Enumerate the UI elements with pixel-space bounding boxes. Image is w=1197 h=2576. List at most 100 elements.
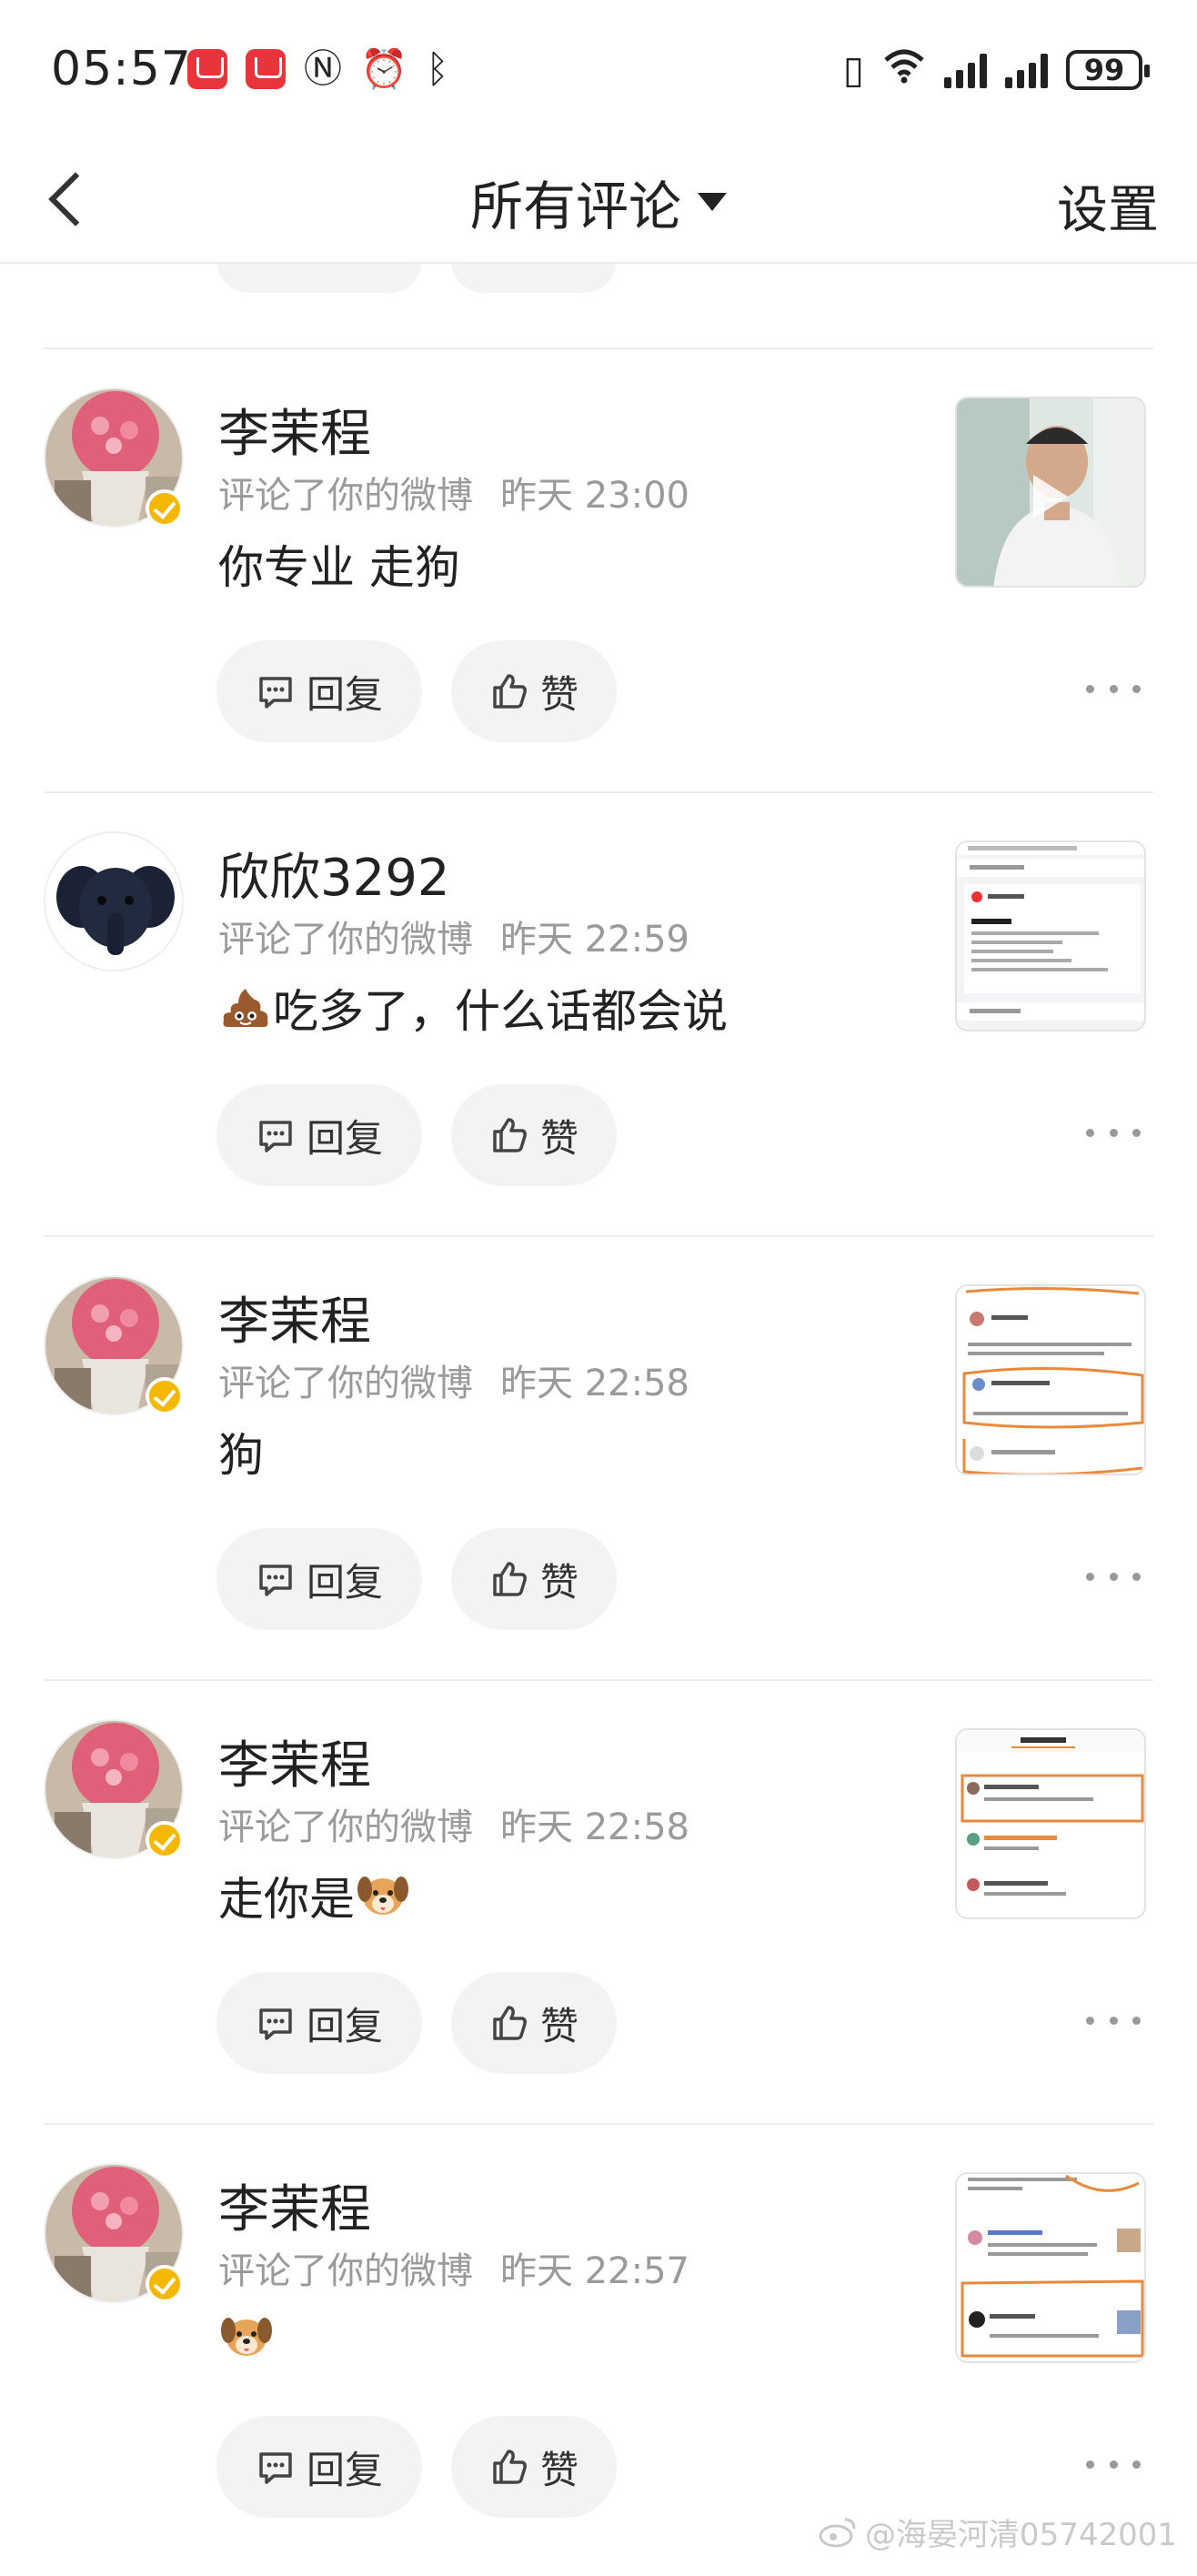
more-options-button[interactable]	[1086, 2007, 1141, 2034]
verified-badge-icon	[146, 489, 184, 528]
commenter-name[interactable]: 李茉程	[218, 1725, 371, 1798]
more-options-button[interactable]	[1086, 2450, 1141, 2478]
more-options-button[interactable]	[1086, 1119, 1141, 1146]
reply-button[interactable]: 回复	[216, 1972, 422, 2074]
comment-text: 你专业 走狗	[218, 541, 460, 594]
dog-face-emoji-icon	[221, 2318, 272, 2356]
comment-time: 昨天 22:57	[500, 2250, 689, 2292]
status-bar: 05:57 Ⓝ ⏰ ᛒ ▯ 99	[0, 0, 1197, 136]
reply-button[interactable]: 回复	[216, 1528, 422, 1630]
comment-content	[218, 2307, 275, 2367]
avatar[interactable]	[44, 831, 184, 971]
more-options-button[interactable]	[1086, 1563, 1141, 1590]
comment-text: 狗	[218, 1429, 264, 1482]
weibo-logo-icon	[819, 2518, 856, 2547]
comment-bubble-icon	[259, 1565, 292, 1596]
comment-bubble-icon	[259, 2008, 292, 2040]
comment-list: 李茉程 评论了你的微博 昨天 23:00 你专业 走狗 回复 赞 欣欣3292 评…	[0, 227, 1197, 2567]
like-button[interactable]: 赞	[451, 1084, 617, 1186]
comment-bubble-icon	[259, 2452, 292, 2484]
reply-label: 回复	[306, 1559, 383, 1605]
post-thumbnail[interactable]	[955, 840, 1146, 1031]
commenter-name[interactable]: 李茉程	[218, 393, 371, 467]
reply-label: 回复	[306, 671, 383, 717]
comment-action: 评论了你的微博	[218, 1363, 473, 1404]
alarm-icon: ⏰	[360, 46, 408, 91]
battery-icon: 99	[1066, 49, 1150, 90]
thumbs-up-icon	[493, 1118, 527, 1152]
thumbs-up-icon	[493, 2006, 527, 2040]
reply-button[interactable]: 回复	[216, 1084, 422, 1186]
nfc-icon: Ⓝ	[304, 46, 343, 91]
comment-content: 吃多了，什么话都会说	[218, 975, 728, 1041]
battery-level: 99	[1083, 52, 1125, 87]
caret-down-icon	[698, 193, 727, 211]
like-label: 赞	[539, 671, 578, 717]
avatar[interactable]	[44, 1275, 184, 1415]
watermark-text: @海晏河清05742001	[864, 2517, 1177, 2553]
comment-meta: 评论了你的微博 昨天 22:58	[218, 1353, 689, 1406]
comment-item[interactable]: 欣欣3292 评论了你的微博 昨天 22:59 吃多了，什么话都会说 回复 赞	[44, 793, 1153, 1237]
comment-meta: 评论了你的微博 昨天 22:58	[218, 1797, 689, 1850]
post-thumbnail[interactable]	[955, 1284, 1146, 1475]
status-time: 05:57	[51, 42, 192, 96]
post-thumbnail[interactable]	[955, 397, 1146, 588]
bluetooth-icon: ᛒ	[426, 46, 449, 91]
vibrate-icon: ▯	[842, 46, 864, 92]
avatar[interactable]	[44, 1719, 184, 1859]
dog-face-emoji-icon	[357, 1877, 408, 1915]
comment-item[interactable]: 李茉程 评论了你的微博 昨天 22:58 走你是 回复 赞	[44, 1681, 1153, 2125]
commenter-name[interactable]: 欣欣3292	[218, 837, 450, 911]
like-label: 赞	[539, 1115, 578, 1161]
like-button[interactable]: 赞	[451, 1528, 617, 1630]
comment-text: 走你是	[218, 1873, 355, 1926]
settings-button[interactable]: 设置	[1057, 169, 1159, 243]
verified-badge-icon	[146, 2265, 184, 2303]
avatar[interactable]	[44, 387, 184, 528]
like-button[interactable]: 赞	[451, 2416, 617, 2518]
verified-badge-icon	[146, 1821, 184, 1859]
commenter-name[interactable]: 李茉程	[218, 2168, 371, 2242]
reply-label: 回复	[306, 2447, 383, 2492]
reply-label: 回复	[306, 1115, 383, 1161]
wifi-icon	[882, 47, 926, 92]
status-notification-icons: Ⓝ ⏰ ᛒ	[187, 49, 449, 89]
comment-item[interactable]: 李茉程 评论了你的微博 昨天 23:00 你专业 走狗 回复 赞	[44, 349, 1153, 793]
comment-item[interactable]: 李茉程 评论了你的微博 昨天 22:57 回复 赞	[44, 2125, 1153, 2567]
thumbs-up-icon	[493, 2450, 527, 2484]
comment-filter-dropdown[interactable]: 所有评论	[470, 164, 727, 240]
commenter-name[interactable]: 李茉程	[218, 1281, 371, 1354]
cell-signal-icon	[1005, 52, 1048, 88]
like-label: 赞	[539, 1559, 578, 1605]
thumbs-up-icon	[493, 1562, 527, 1596]
watermark: @海晏河清05742001	[818, 2510, 1177, 2554]
comment-bubble-icon	[259, 677, 292, 709]
comment-action: 评论了你的微博	[218, 475, 473, 517]
reply-label: 回复	[306, 2003, 383, 2048]
like-label: 赞	[539, 2003, 578, 2048]
status-system-icons: ▯ 99	[842, 46, 1150, 92]
comment-action: 评论了你的微博	[218, 2250, 473, 2292]
like-button[interactable]: 赞	[451, 640, 617, 742]
comment-item[interactable]: 李茉程 评论了你的微博 昨天 22:58 狗 回复 赞	[44, 1237, 1153, 1681]
like-button[interactable]: 赞	[451, 1972, 617, 2074]
comment-meta: 评论了你的微博 昨天 22:59	[218, 910, 689, 962]
comment-time: 昨天 23:00	[500, 475, 689, 517]
play-icon	[1033, 475, 1068, 518]
reply-button[interactable]: 回复	[216, 640, 422, 742]
comment-time: 昨天 22:58	[500, 1363, 689, 1404]
nav-title: 所有评论	[469, 176, 681, 237]
comment-time: 昨天 22:59	[500, 919, 689, 961]
verified-badge-icon	[146, 1377, 184, 1415]
post-thumbnail[interactable]	[955, 2172, 1146, 2363]
huawei-app-icon	[246, 49, 286, 89]
post-thumbnail[interactable]	[955, 1728, 1146, 1919]
comment-content: 走你是	[218, 1863, 411, 1928]
cell-signal-icon	[944, 52, 987, 88]
comment-meta: 评论了你的微博 昨天 23:00	[218, 466, 689, 518]
avatar[interactable]	[44, 2163, 184, 2303]
more-options-button[interactable]	[1086, 675, 1141, 702]
list-item-partial	[44, 227, 1153, 349]
top-nav-bar: 所有评论 设置	[0, 136, 1197, 264]
reply-button[interactable]: 回复	[216, 2416, 422, 2518]
